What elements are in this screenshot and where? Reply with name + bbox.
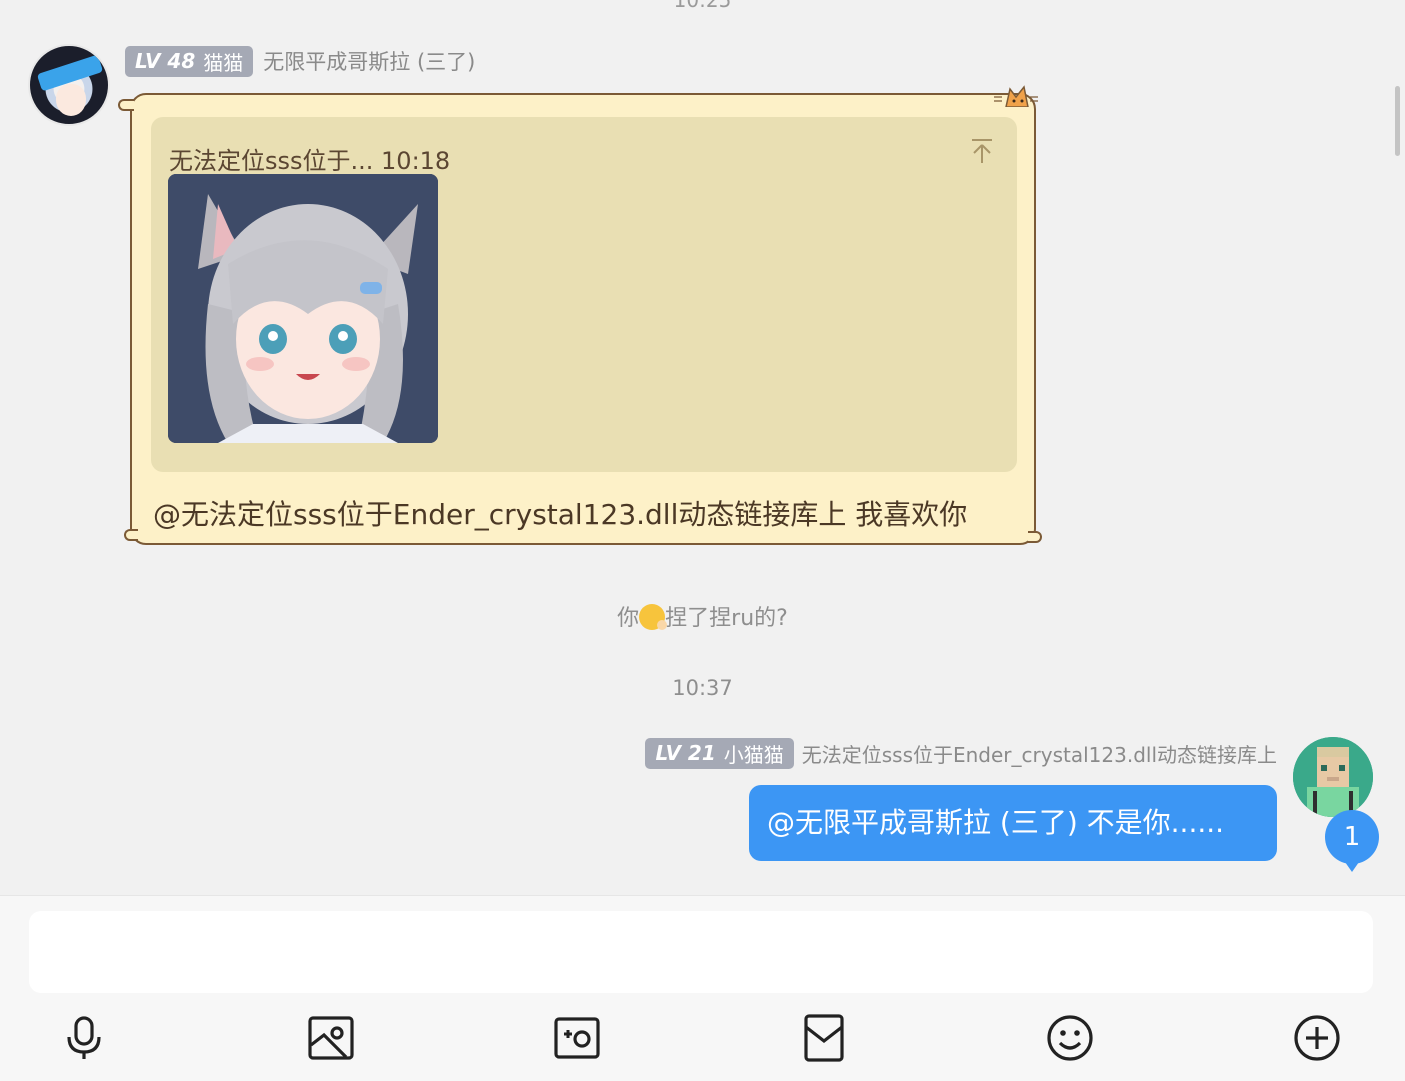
- notice-prefix: 你: [617, 606, 640, 631]
- anime-girl-image: [168, 174, 438, 443]
- quote-header: 无法定位sss位于... 10:18: [169, 147, 451, 175]
- emoji-icon: [1047, 1015, 1093, 1061]
- level-label: LV 48: [135, 49, 196, 73]
- level-badge: LV 21 小猫猫: [645, 737, 794, 769]
- message-input[interactable]: [29, 911, 1373, 993]
- unread-count-badge[interactable]: 1: [1325, 810, 1379, 872]
- image-button[interactable]: [305, 1012, 357, 1064]
- jump-to-original-icon[interactable]: [969, 137, 995, 165]
- scrollbar[interactable]: [1395, 86, 1400, 156]
- my-avatar[interactable]: [1293, 737, 1373, 817]
- avatar-face: [56, 84, 86, 116]
- member-title: 猫猫: [203, 50, 244, 75]
- pinch-emoji-icon: [639, 604, 668, 630]
- quoted-message[interactable]: 无法定位sss位于... 10:18: [151, 117, 1017, 472]
- cat-decoration-icon: [994, 85, 1038, 107]
- system-notice: 你捏了捏ru的?: [0, 600, 1405, 632]
- incoming-sender-meta: LV 48 猫猫 无限平成哥斯拉 (三了): [125, 45, 475, 77]
- bubble-curl-decoration: [124, 529, 138, 541]
- microphone-icon: [67, 1016, 101, 1059]
- pixel-character-avatar: [1293, 737, 1373, 817]
- bubble-curl-decoration: [1028, 531, 1042, 543]
- incoming-message-bubble[interactable]: 无法定位sss位于... 10:18 @无法定位sss位于Ender_cryst…: [118, 85, 1042, 545]
- quoted-image[interactable]: [168, 174, 438, 443]
- composer-bar: [0, 895, 1405, 1081]
- notice-text: 捏了捏ru的?: [665, 606, 788, 631]
- bubble-curl-decoration: [118, 99, 134, 111]
- emoji-button[interactable]: [1044, 1012, 1096, 1064]
- timestamp-top: 10:25: [673, 0, 732, 12]
- outgoing-message-bubble[interactable]: @无限平成哥斯拉 (三了) 不是你......: [749, 785, 1277, 861]
- more-button[interactable]: [1291, 1012, 1343, 1064]
- sender-avatar[interactable]: [28, 44, 110, 126]
- voice-button[interactable]: [58, 1012, 110, 1064]
- plus-icon: [1294, 1015, 1340, 1061]
- sender-name[interactable]: 无限平成哥斯拉 (三了): [263, 46, 475, 76]
- red-packet-icon: [804, 1014, 844, 1062]
- red-packet-button[interactable]: [798, 1012, 850, 1064]
- camera-icon: [554, 1017, 600, 1059]
- outgoing-sender-meta: LV 21 小猫猫 无法定位sss位于Ender_crystal123.dll动…: [645, 737, 1277, 769]
- level-badge: LV 48 猫猫: [125, 45, 254, 77]
- member-title: 小猫猫: [723, 742, 784, 767]
- level-label: LV 21: [655, 741, 716, 765]
- image-icon: [308, 1016, 354, 1060]
- timestamp-mid: 10:37: [672, 676, 733, 700]
- incoming-message-text: @无法定位sss位于Ender_crystal123.dll动态链接库上 我喜欢…: [153, 498, 968, 531]
- sender-name[interactable]: 无法定位sss位于Ender_crystal123.dll动态链接库上: [802, 739, 1277, 768]
- camera-button[interactable]: [551, 1012, 603, 1064]
